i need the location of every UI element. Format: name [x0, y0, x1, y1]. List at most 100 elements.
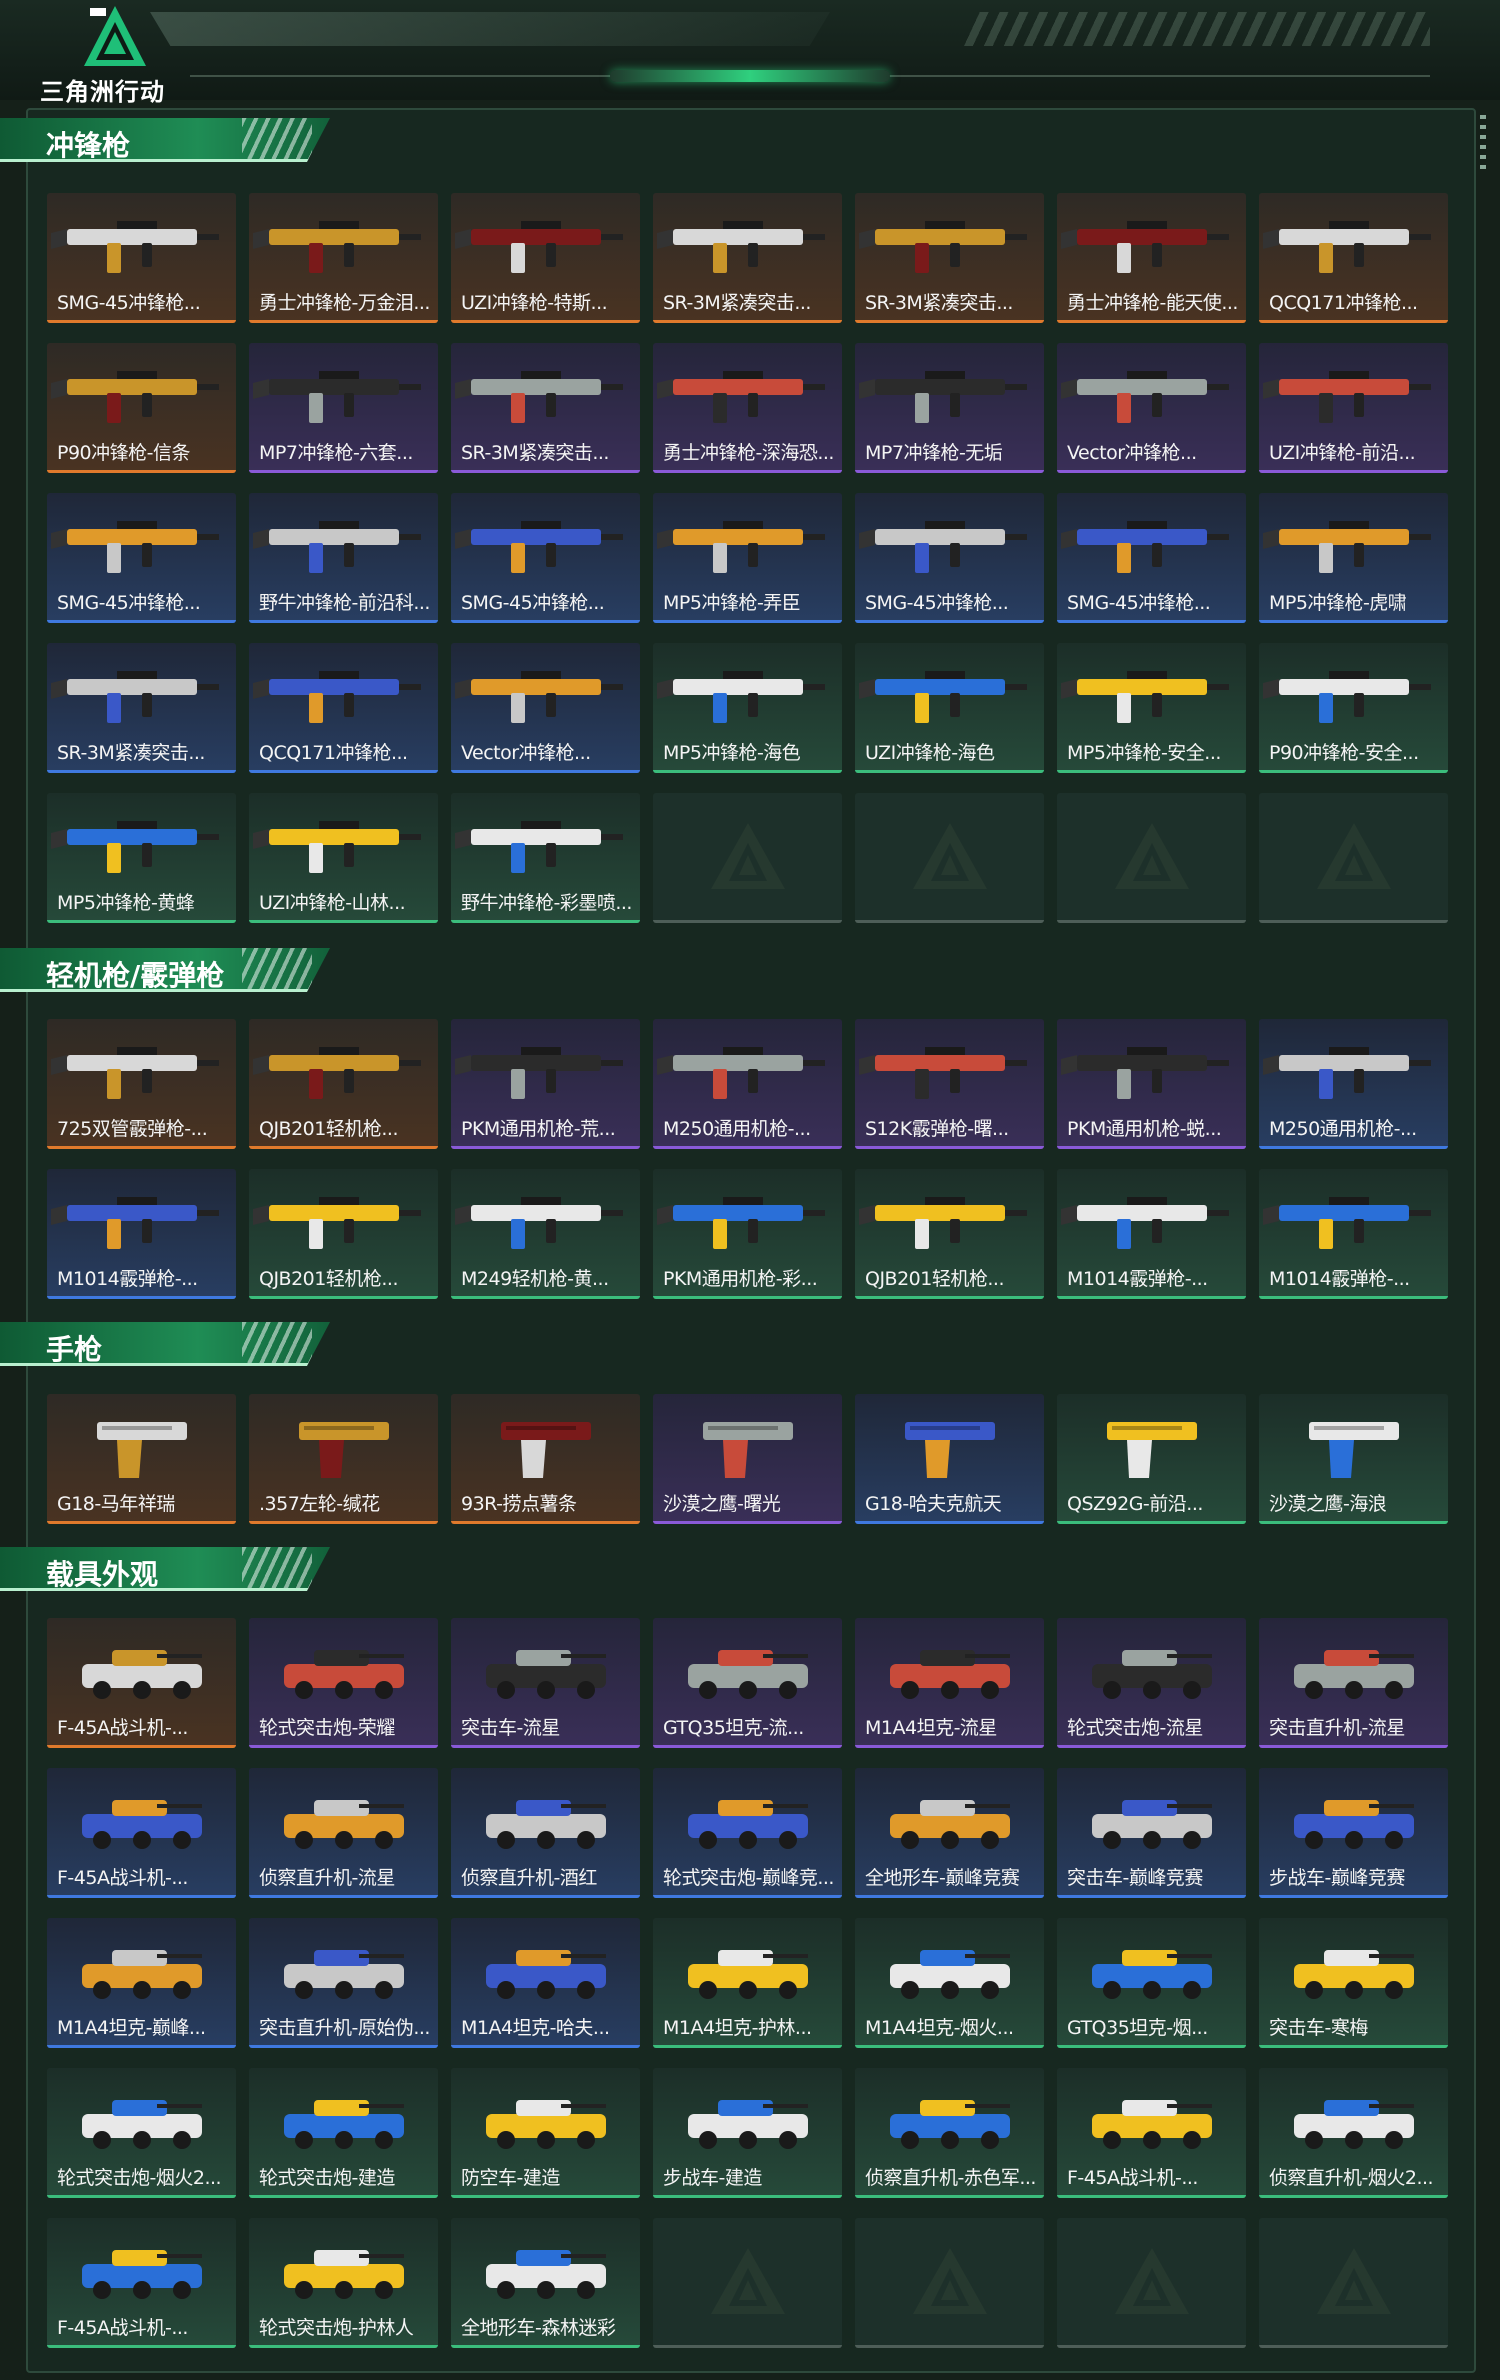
skin-card[interactable]: QCQ171冲锋枪...: [1259, 193, 1448, 323]
skin-card[interactable]: M250通用机枪-...: [653, 1019, 842, 1149]
skin-card[interactable]: 93R-捞点薯条: [451, 1394, 640, 1524]
skin-card[interactable]: M1A4坦克-烟火...: [855, 1918, 1044, 2048]
skin-card[interactable]: M1014霰弹枪-...: [1057, 1169, 1246, 1299]
gun-icon: [1259, 349, 1448, 437]
skin-card[interactable]: 勇士冲锋枪-万金泪...: [249, 193, 438, 323]
skin-card[interactable]: P90冲锋枪-安全...: [1259, 643, 1448, 773]
skin-card[interactable]: F-45A战斗机-...: [47, 1768, 236, 1898]
gun-icon: [653, 1175, 842, 1263]
skin-card[interactable]: SR-3M紧凑突击...: [47, 643, 236, 773]
skin-card[interactable]: SR-3M紧凑突击...: [855, 193, 1044, 323]
skin-card[interactable]: Vector冲锋枪...: [1057, 343, 1246, 473]
rarity-bar: [451, 770, 640, 773]
skin-card[interactable]: M1A4坦克-流星: [855, 1618, 1044, 1748]
skin-card[interactable]: 突击车-流星: [451, 1618, 640, 1748]
skin-card[interactable]: SMG-45冲锋枪...: [47, 493, 236, 623]
skin-card[interactable]: 轮式突击炮-荣耀: [249, 1618, 438, 1748]
skin-card[interactable]: Vector冲锋枪...: [451, 643, 640, 773]
skin-card[interactable]: 野牛冲锋枪-彩墨喷...: [451, 793, 640, 923]
skin-card[interactable]: G18-马年祥瑞: [47, 1394, 236, 1524]
skin-card[interactable]: .357左轮-缄花: [249, 1394, 438, 1524]
skin-card[interactable]: SMG-45冲锋枪...: [1057, 493, 1246, 623]
scrollbar-decoration[interactable]: [1480, 115, 1486, 175]
skin-card[interactable]: S12K霰弹枪-曙...: [855, 1019, 1044, 1149]
skin-card[interactable]: MP5冲锋枪-安全...: [1057, 643, 1246, 773]
skin-card[interactable]: 侦察直升机-烟火2...: [1259, 2068, 1448, 2198]
skin-card[interactable]: QCQ171冲锋枪...: [249, 643, 438, 773]
skin-card[interactable]: SMG-45冲锋枪...: [47, 193, 236, 323]
skin-card[interactable]: MP7冲锋枪-六套...: [249, 343, 438, 473]
skin-card[interactable]: SMG-45冲锋枪...: [855, 493, 1044, 623]
skin-card[interactable]: 全地形车-森林迷彩: [451, 2218, 640, 2348]
vehicle-icon: [1057, 2074, 1246, 2162]
skin-name: F-45A战斗机-...: [57, 1717, 188, 1739]
skin-card[interactable]: QJB201轻机枪...: [249, 1019, 438, 1149]
skin-card[interactable]: QJB201轻机枪...: [855, 1169, 1044, 1299]
skin-card[interactable]: PKM通用机枪-彩...: [653, 1169, 842, 1299]
skin-card[interactable]: M1A4坦克-哈夫...: [451, 1918, 640, 2048]
skin-card[interactable]: G18-哈夫克航天: [855, 1394, 1044, 1524]
skin-card[interactable]: MP5冲锋枪-海色: [653, 643, 842, 773]
gun-icon: [1057, 649, 1246, 737]
gun-icon: [47, 199, 236, 287]
skin-card[interactable]: GTQ35坦克-流...: [653, 1618, 842, 1748]
skin-card[interactable]: 轮式突击炮-流星: [1057, 1618, 1246, 1748]
skin-card[interactable]: SR-3M紧凑突击...: [451, 343, 640, 473]
skin-card[interactable]: F-45A战斗机-...: [47, 2218, 236, 2348]
skin-card[interactable]: UZI冲锋枪-山林...: [249, 793, 438, 923]
skin-card[interactable]: M1014霰弹枪-...: [1259, 1169, 1448, 1299]
skin-card[interactable]: 突击直升机-流星: [1259, 1618, 1448, 1748]
skin-card[interactable]: GTQ35坦克-烟...: [1057, 1918, 1246, 2048]
rarity-bar: [855, 2195, 1044, 2198]
skin-card[interactable]: 沙漠之鹰-曙光: [653, 1394, 842, 1524]
skin-card[interactable]: 侦察直升机-酒红: [451, 1768, 640, 1898]
skin-card[interactable]: 突击车-寒梅: [1259, 1918, 1448, 2048]
skin-card[interactable]: 突击车-巅峰竞赛: [1057, 1768, 1246, 1898]
skin-card[interactable]: 轮式突击炮-烟火2...: [47, 2068, 236, 2198]
skin-card[interactable]: M250通用机枪-...: [1259, 1019, 1448, 1149]
skin-card[interactable]: MP5冲锋枪-弄臣: [653, 493, 842, 623]
skin-card[interactable]: P90冲锋枪-信条: [47, 343, 236, 473]
skin-name: F-45A战斗机-...: [1067, 2167, 1198, 2189]
skin-card[interactable]: 防空车-建造: [451, 2068, 640, 2198]
gun-icon: [1057, 1025, 1246, 1113]
skin-card[interactable]: M1A4坦克-巅峰...: [47, 1918, 236, 2048]
skin-card[interactable]: 725双管霰弹枪-...: [47, 1019, 236, 1149]
skin-card[interactable]: 沙漠之鹰-海浪: [1259, 1394, 1448, 1524]
skin-name: M1A4坦克-哈夫...: [461, 2017, 610, 2039]
skin-card[interactable]: 轮式突击炮-建造: [249, 2068, 438, 2198]
skin-card[interactable]: MP7冲锋枪-无垢: [855, 343, 1044, 473]
skin-card[interactable]: 步战车-建造: [653, 2068, 842, 2198]
skin-card[interactable]: UZI冲锋枪-前沿...: [1259, 343, 1448, 473]
skin-card[interactable]: M1A4坦克-护林...: [653, 1918, 842, 2048]
skin-card[interactable]: 步战车-巅峰竞赛: [1259, 1768, 1448, 1898]
skin-card[interactable]: MP5冲锋枪-虎啸: [1259, 493, 1448, 623]
skin-card[interactable]: UZI冲锋枪-特斯...: [451, 193, 640, 323]
skin-card[interactable]: M1014霰弹枪-...: [47, 1169, 236, 1299]
skin-card[interactable]: UZI冲锋枪-海色: [855, 643, 1044, 773]
rarity-bar: [855, 2045, 1044, 2048]
skin-name: SMG-45冲锋枪...: [865, 592, 1009, 614]
skin-card[interactable]: PKM通用机枪-蜕...: [1057, 1019, 1246, 1149]
skin-card[interactable]: M249轻机枪-黄...: [451, 1169, 640, 1299]
skin-card[interactable]: 侦察直升机-流星: [249, 1768, 438, 1898]
skin-card[interactable]: 勇士冲锋枪-能天使...: [1057, 193, 1246, 323]
skin-card[interactable]: QSZ92G-前沿...: [1057, 1394, 1246, 1524]
skin-card[interactable]: 突击直升机-原始伪...: [249, 1918, 438, 2048]
skin-card[interactable]: F-45A战斗机-...: [47, 1618, 236, 1748]
skin-name: 突击车-寒梅: [1269, 2017, 1368, 2039]
skin-card[interactable]: 野牛冲锋枪-前沿科...: [249, 493, 438, 623]
rarity-bar: [47, 1521, 236, 1524]
skin-card[interactable]: 轮式突击炮-巅峰竞...: [653, 1768, 842, 1898]
skin-card[interactable]: 全地形车-巅峰竞赛: [855, 1768, 1044, 1898]
skin-card[interactable]: MP5冲锋枪-黄蜂: [47, 793, 236, 923]
skin-card[interactable]: 侦察直升机-赤色军...: [855, 2068, 1044, 2198]
skin-card[interactable]: PKM通用机枪-荒...: [451, 1019, 640, 1149]
skin-card[interactable]: 轮式突击炮-护林人: [249, 2218, 438, 2348]
skin-card[interactable]: QJB201轻机枪...: [249, 1169, 438, 1299]
skin-card[interactable]: F-45A战斗机-...: [1057, 2068, 1246, 2198]
skin-card[interactable]: SMG-45冲锋枪...: [451, 493, 640, 623]
skin-card[interactable]: 勇士冲锋枪-深海恐...: [653, 343, 842, 473]
vehicle-icon: [249, 2074, 438, 2162]
skin-card[interactable]: SR-3M紧凑突击...: [653, 193, 842, 323]
